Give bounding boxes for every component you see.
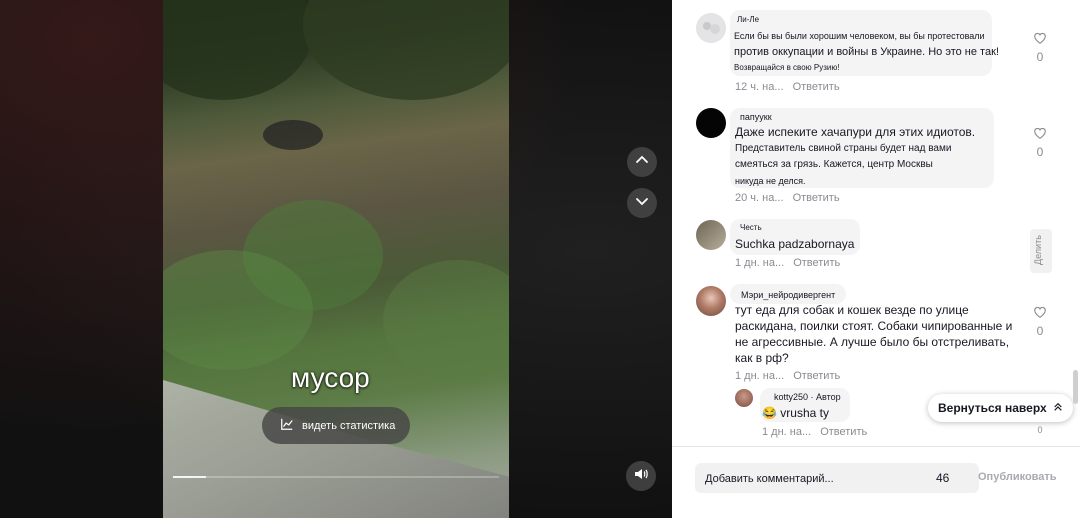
scrollbar-thumb[interactable] — [1073, 370, 1078, 404]
view-stats-label: видеть статистика — [302, 419, 396, 432]
share-action-button[interactable]: Делить — [1030, 229, 1052, 273]
reply-button[interactable]: Ответить — [793, 81, 840, 93]
like-count: 0 — [1037, 425, 1043, 435]
like-button[interactable]: 0 — [1030, 126, 1050, 159]
video-frame[interactable]: мусор видеть статистика — [163, 0, 509, 518]
avatar[interactable] — [696, 13, 726, 43]
heart-icon — [1033, 32, 1047, 49]
avatar[interactable] — [696, 108, 726, 138]
previous-video-button[interactable] — [627, 147, 657, 177]
foliage-shape — [303, 0, 509, 100]
like-button[interactable]: 0 — [1030, 425, 1050, 435]
author-badge: · Автор — [810, 392, 841, 402]
volume-button[interactable] — [626, 461, 656, 491]
comment-time: 20 ч. на... — [735, 192, 784, 204]
like-button[interactable]: 0 — [1030, 31, 1050, 64]
reply-meta: 1 дн. на... Ответить — [762, 426, 867, 438]
comment-time: 12 ч. на... — [735, 81, 784, 93]
chart-icon — [280, 417, 294, 434]
comment-text-line: тут еда для собак и кошек везде по улице — [735, 303, 969, 317]
comment-time: 1 дн. на... — [735, 257, 785, 269]
foliage-shape — [163, 0, 313, 100]
comment-meta: 12 ч. на... Ответить — [735, 81, 840, 93]
next-video-button[interactable] — [627, 188, 657, 218]
reply-username-text: kotty250 — [774, 392, 809, 402]
like-button[interactable]: 0 — [1030, 305, 1050, 338]
video-player[interactable]: мусор видеть статистика — [0, 0, 672, 518]
comment-text-line: смеяться за грязь. Кажется, центр Москвы — [735, 159, 933, 170]
comment-username[interactable]: Ли-Ле — [737, 15, 759, 24]
publish-button[interactable]: Опубликовать — [978, 471, 1057, 483]
view-stats-button[interactable]: видеть статистика — [262, 407, 410, 444]
comment-input-bar: 46 Опубликовать — [672, 446, 1080, 518]
reply-text-body: vrusha ty — [780, 406, 829, 420]
comment-text-line: раскидана, поилки стоят. Собаки чипирова… — [735, 319, 1013, 333]
comment-meta: 1 дн. на... Ответить — [735, 370, 840, 382]
video-progress-fill — [173, 476, 206, 478]
reply-button[interactable]: Ответить — [793, 257, 840, 269]
comment-username[interactable]: папуукк — [740, 112, 772, 122]
comment-meta: 1 дн. на... Ответить — [735, 257, 840, 269]
comment-text-line: как в рф? — [735, 351, 789, 365]
reply-time: 1 дн. на... — [762, 426, 812, 438]
back-to-top-button[interactable]: Вернуться наверх — [928, 394, 1073, 422]
chevron-up-icon — [634, 152, 650, 173]
comment-text-line: не агрессивные. А лучше было бы отстрели… — [735, 335, 1010, 349]
chevron-down-icon — [634, 193, 650, 214]
like-count: 0 — [1036, 145, 1044, 159]
comment-input-box[interactable]: 46 — [695, 463, 979, 495]
trash-bag-shape — [263, 120, 323, 150]
char-count: 46 — [936, 471, 950, 485]
like-count: 0 — [1036, 50, 1044, 64]
laughing-emoji-icon: 😂 — [762, 406, 777, 420]
reply-button[interactable]: Ответить — [793, 370, 840, 382]
double-chevron-up-icon — [1053, 401, 1063, 415]
curb-shape — [163, 380, 509, 518]
comment-text-line: Представитель свиной страны будет над ва… — [735, 143, 952, 154]
reply-username[interactable]: kotty250 · Автор — [774, 392, 841, 402]
comment-text-line: никуда не делся. — [735, 176, 806, 186]
comment-time: 1 дн. на... — [735, 370, 785, 382]
reply-button[interactable]: Ответить — [793, 192, 840, 204]
comment-text-line: Suchka padzabornaya — [735, 237, 855, 251]
comments-panel: Ли-Ле Если бы вы были хорошим человеком,… — [672, 0, 1080, 518]
share-action-label: Делить — [1033, 235, 1043, 265]
comment-text-line: Даже испеките хачапури для этих идиотов. — [735, 125, 976, 139]
like-count: 0 — [1036, 324, 1044, 338]
avatar[interactable] — [735, 389, 753, 407]
comment-meta: 20 ч. на... Ответить — [735, 192, 840, 204]
video-caption: мусор — [291, 362, 370, 393]
speaker-icon — [633, 466, 649, 487]
video-progress-bar[interactable] — [173, 476, 499, 478]
reply-text: 😂 vrusha ty — [762, 405, 829, 421]
reply-button[interactable]: Ответить — [820, 426, 867, 438]
comment-username[interactable]: Мэри_нейродивергент — [741, 290, 835, 300]
avatar[interactable] — [696, 286, 726, 316]
foliage-shape — [383, 260, 509, 380]
heart-icon — [1033, 306, 1047, 323]
comment-username[interactable]: Честь — [740, 223, 762, 232]
avatar[interactable] — [696, 220, 726, 250]
comment-input[interactable] — [703, 463, 907, 495]
comment-text-line: Если бы вы были хорошим человеком, вы бы… — [734, 31, 985, 41]
back-to-top-label: Вернуться наверх — [938, 401, 1047, 415]
comment-text-line: против оккупации и войны в Украине. Но э… — [734, 46, 999, 58]
heart-icon — [1033, 127, 1047, 144]
comment-text-line: Возвращайся в свою Рузию! — [734, 63, 840, 72]
